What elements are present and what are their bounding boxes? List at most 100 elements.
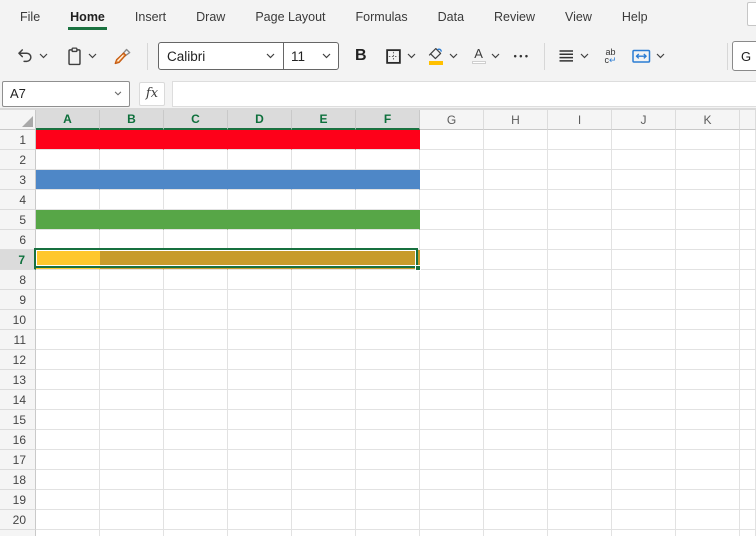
cell-H19[interactable] <box>484 490 548 510</box>
formula-input[interactable] <box>172 80 756 107</box>
row-header-19[interactable]: 19 <box>0 490 36 510</box>
cell-J18[interactable] <box>612 470 676 490</box>
cell-B16[interactable] <box>100 430 164 450</box>
cell-F4[interactable] <box>356 190 420 210</box>
cell-F16[interactable] <box>356 430 420 450</box>
cell-offscreen10[interactable] <box>740 310 756 330</box>
cell-B4[interactable] <box>100 190 164 210</box>
cell-F19[interactable] <box>356 490 420 510</box>
cell-D17[interactable] <box>228 450 292 470</box>
row-header-10[interactable]: 10 <box>0 310 36 330</box>
cell-H20[interactable] <box>484 510 548 530</box>
column-header-J[interactable]: J <box>612 110 676 130</box>
tab-insert[interactable]: Insert <box>135 0 166 33</box>
cell-offscreen18[interactable] <box>740 470 756 490</box>
row-header-16[interactable]: 16 <box>0 430 36 450</box>
selection-outline[interactable] <box>34 248 421 271</box>
cell-A15[interactable] <box>36 410 100 430</box>
cell-I4[interactable] <box>548 190 612 210</box>
cell-B12[interactable] <box>100 350 164 370</box>
cell-A8[interactable] <box>36 270 100 290</box>
cell-D20[interactable] <box>228 510 292 530</box>
cell-F20[interactable] <box>356 510 420 530</box>
cell-F14[interactable] <box>356 390 420 410</box>
cell-I8[interactable] <box>548 270 612 290</box>
cell-offscreen[interactable] <box>740 530 756 536</box>
cell-C18[interactable] <box>164 470 228 490</box>
column-header-partial[interactable] <box>740 110 756 130</box>
tab-page-layout[interactable]: Page Layout <box>255 0 325 33</box>
cell-E17[interactable] <box>292 450 356 470</box>
cell-offscreen20[interactable] <box>740 510 756 530</box>
cell-F6[interactable] <box>356 230 420 250</box>
cell-H17[interactable] <box>484 450 548 470</box>
cell-B19[interactable] <box>100 490 164 510</box>
cell-K5[interactable] <box>676 210 740 230</box>
cell-I10[interactable] <box>548 310 612 330</box>
cell-H10[interactable] <box>484 310 548 330</box>
cell-E[interactable] <box>292 530 356 536</box>
cell-I12[interactable] <box>548 350 612 370</box>
cell-I7[interactable] <box>548 250 612 270</box>
row-header-6[interactable]: 6 <box>0 230 36 250</box>
column-header-E[interactable]: E <box>292 110 356 130</box>
cell-D[interactable] <box>228 530 292 536</box>
cell-offscreen7[interactable] <box>740 250 756 270</box>
cell-I[interactable] <box>548 530 612 536</box>
cell-G8[interactable] <box>420 270 484 290</box>
cell-K12[interactable] <box>676 350 740 370</box>
cell-C5[interactable] <box>164 210 228 230</box>
cell-C13[interactable] <box>164 370 228 390</box>
cell-G7[interactable] <box>420 250 484 270</box>
row-header-17[interactable]: 17 <box>0 450 36 470</box>
cell-J11[interactable] <box>612 330 676 350</box>
select-all-corner[interactable] <box>0 110 36 130</box>
cell-I14[interactable] <box>548 390 612 410</box>
cell-F11[interactable] <box>356 330 420 350</box>
cell-B10[interactable] <box>100 310 164 330</box>
cell-J15[interactable] <box>612 410 676 430</box>
cell-E15[interactable] <box>292 410 356 430</box>
cell-G4[interactable] <box>420 190 484 210</box>
cell-F12[interactable] <box>356 350 420 370</box>
cell-B3[interactable] <box>100 170 164 190</box>
cell-K4[interactable] <box>676 190 740 210</box>
cell-I11[interactable] <box>548 330 612 350</box>
cell-A18[interactable] <box>36 470 100 490</box>
cell-K10[interactable] <box>676 310 740 330</box>
cell-F18[interactable] <box>356 470 420 490</box>
cell-E2[interactable] <box>292 150 356 170</box>
cell-H8[interactable] <box>484 270 548 290</box>
cell-C1[interactable] <box>164 130 228 150</box>
row-header-14[interactable]: 14 <box>0 390 36 410</box>
cell-D13[interactable] <box>228 370 292 390</box>
cell-C9[interactable] <box>164 290 228 310</box>
cell-A5[interactable] <box>36 210 100 230</box>
tab-view[interactable]: View <box>565 0 592 33</box>
cell-K1[interactable] <box>676 130 740 150</box>
cell-D3[interactable] <box>228 170 292 190</box>
cell-F[interactable] <box>356 530 420 536</box>
cell-E18[interactable] <box>292 470 356 490</box>
cell-offscreen8[interactable] <box>740 270 756 290</box>
cell-D6[interactable] <box>228 230 292 250</box>
row-header-11[interactable]: 11 <box>0 330 36 350</box>
cell-D19[interactable] <box>228 490 292 510</box>
cell-K6[interactable] <box>676 230 740 250</box>
tab-formulas[interactable]: Formulas <box>356 0 408 33</box>
cell-K[interactable] <box>676 530 740 536</box>
cell-H12[interactable] <box>484 350 548 370</box>
cell-J3[interactable] <box>612 170 676 190</box>
tab-draw[interactable]: Draw <box>196 0 225 33</box>
cell-offscreen1[interactable] <box>740 130 756 150</box>
cell-D10[interactable] <box>228 310 292 330</box>
cell-A12[interactable] <box>36 350 100 370</box>
undo-button[interactable] <box>16 48 48 65</box>
cell-J17[interactable] <box>612 450 676 470</box>
wrap-text-button[interactable]: ab c↵ <box>605 48 617 65</box>
cell-C17[interactable] <box>164 450 228 470</box>
row-header-13[interactable]: 13 <box>0 370 36 390</box>
cell-offscreen9[interactable] <box>740 290 756 310</box>
cell-G12[interactable] <box>420 350 484 370</box>
cell-J2[interactable] <box>612 150 676 170</box>
